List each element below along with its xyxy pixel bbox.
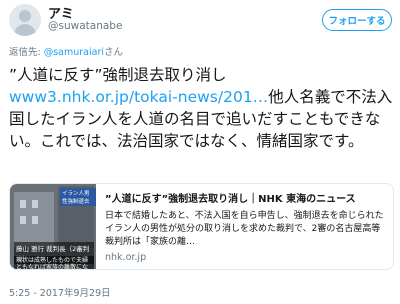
reply-mention-link[interactable]: @samuraiari [44, 47, 104, 58]
tweet-timestamp[interactable]: 5:25 - 2017年9月29日 [9, 285, 111, 299]
avatar-body-shape [14, 24, 36, 36]
card-thumbnail: イラン人男性強制退去 藤山 雅行 裁判長（2審判決） 現状は成熟したもので夫婦と… [10, 184, 96, 269]
thumb-window [20, 200, 26, 208]
link-preview-card[interactable]: イラン人男性強制退去 藤山 雅行 裁判長（2審判決） 現状は成熟したもので夫婦と… [9, 183, 394, 270]
user-handle[interactable]: @suwatanabe [48, 20, 122, 32]
reply-to-line: 返信先: @samuraiariさん [9, 44, 123, 58]
thumb-window [32, 200, 38, 208]
thumb-caption-quote: 現状は成熟したもので夫婦ともなれば家族の離散になりかね [14, 256, 94, 269]
user-avatar[interactable] [9, 4, 41, 36]
thumb-window [32, 216, 38, 224]
thumb-window [20, 216, 26, 224]
tweet-line-1: ”人道に反す”強制退去取り消し [9, 66, 227, 84]
card-title[interactable]: ”人道に反す”強制退去取り消し｜NHK 東海のニュース [105, 190, 385, 205]
reply-prefix: 返信先: [9, 47, 44, 58]
tweet-link[interactable]: www3.nhk.or.jp/tokai-news/201… [9, 88, 268, 106]
reply-suffix: さん [104, 47, 124, 58]
card-description: 日本で結婚したあと、不法入国を自ら申告し、強制退去を命じられたイラン人の男性が処… [105, 211, 384, 247]
follow-button[interactable]: フォローする [322, 9, 392, 31]
card-domain: nhk.or.jp [105, 252, 147, 263]
card-body: ”人道に反す”強制退去取り消し｜NHK 東海のニュース 日本で結婚したあと、不法… [96, 184, 393, 269]
thumb-caption-top: イラン人男性強制退去 [60, 188, 96, 206]
tweet-text: ”人道に反す”強制退去取り消し www3.nhk.or.jp/tokai-new… [9, 64, 395, 152]
avatar-head-shape [19, 10, 31, 22]
